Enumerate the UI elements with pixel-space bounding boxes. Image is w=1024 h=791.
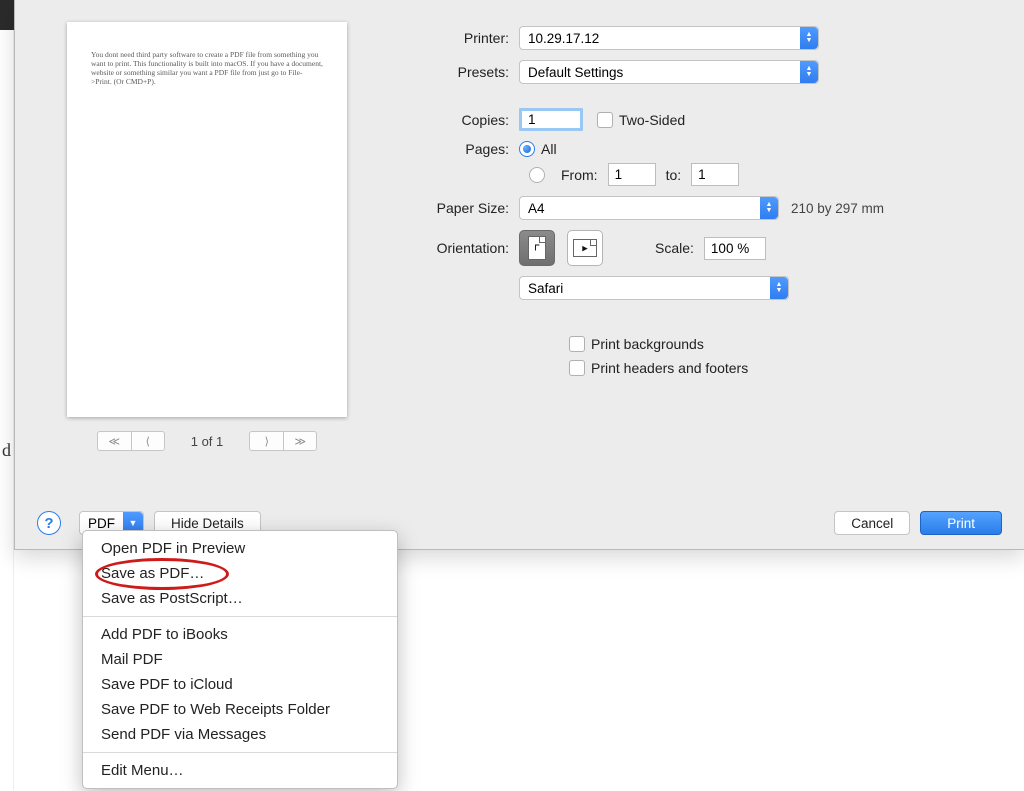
menu-mail-pdf[interactable]: Mail PDF xyxy=(83,647,397,672)
portrait-icon: 𐌲 xyxy=(528,236,546,260)
preview-text: You dont need third party software to cr… xyxy=(91,50,323,86)
menu-save-to-web-receipts[interactable]: Save PDF to Web Receipts Folder xyxy=(83,697,397,722)
next-page-button[interactable]: ⟩ xyxy=(249,431,283,451)
orientation-label: Orientation: xyxy=(399,240,519,256)
pages-to-label: to: xyxy=(666,167,682,183)
menu-edit-menu[interactable]: Edit Menu… xyxy=(83,758,397,783)
menu-save-as-postscript[interactable]: Save as PostScript… xyxy=(83,586,397,611)
landscape-icon: ▸ xyxy=(573,239,597,257)
presets-label: Presets: xyxy=(399,64,519,80)
app-options-select[interactable]: Safari xyxy=(519,276,789,300)
menu-open-pdf-preview[interactable]: Open PDF in Preview xyxy=(83,536,397,561)
copies-input[interactable] xyxy=(519,108,583,131)
pages-from-input[interactable] xyxy=(608,163,656,186)
pdf-dropdown-menu: Open PDF in Preview Save as PDF… Save as… xyxy=(82,530,398,789)
menu-save-to-icloud[interactable]: Save PDF to iCloud xyxy=(83,672,397,697)
first-page-button[interactable]: ≪ xyxy=(97,431,131,451)
pages-to-input[interactable] xyxy=(691,163,739,186)
copies-label: Copies: xyxy=(399,112,519,128)
page-counter: 1 of 1 xyxy=(191,434,224,449)
printer-select[interactable]: 10.29.17.12 xyxy=(519,26,819,50)
presets-select[interactable]: Default Settings xyxy=(519,60,819,84)
app-options-value: Safari xyxy=(528,281,563,296)
menu-send-via-messages[interactable]: Send PDF via Messages xyxy=(83,722,397,747)
orientation-portrait-button[interactable]: 𐌲 xyxy=(519,230,555,266)
two-sided-checkbox[interactable] xyxy=(597,112,613,128)
pages-all-label: All xyxy=(541,141,557,157)
paper-dimensions: 210 by 297 mm xyxy=(791,201,884,216)
print-dialog: You dont need third party software to cr… xyxy=(14,0,1024,550)
print-backgrounds-checkbox[interactable] xyxy=(569,336,585,352)
preview-column: You dont need third party software to cr… xyxy=(37,22,377,451)
print-options-column: Printer: 10.29.17.12 Presets: Default Se… xyxy=(399,22,1002,451)
printer-value: 10.29.17.12 xyxy=(528,31,599,46)
print-headers-footers-label: Print headers and footers xyxy=(591,360,748,376)
print-button[interactable]: Print xyxy=(920,511,1002,535)
page-navigation: ≪ ⟨ 1 of 1 ⟩ ≫ xyxy=(97,431,318,451)
menu-separator xyxy=(83,752,397,753)
prev-page-button[interactable]: ⟨ xyxy=(131,431,165,451)
paper-size-value: A4 xyxy=(528,201,545,216)
menu-separator xyxy=(83,616,397,617)
background-page-strip xyxy=(0,30,14,790)
dropdown-arrows-icon xyxy=(800,27,818,49)
last-page-button[interactable]: ≫ xyxy=(283,431,317,451)
pages-from-radio[interactable] xyxy=(529,167,545,183)
paper-size-select[interactable]: A4 xyxy=(519,196,779,220)
dropdown-arrows-icon xyxy=(800,61,818,83)
page-preview: You dont need third party software to cr… xyxy=(67,22,347,417)
print-headers-footers-checkbox[interactable] xyxy=(569,360,585,376)
menu-save-as-pdf[interactable]: Save as PDF… xyxy=(83,561,397,586)
cancel-button[interactable]: Cancel xyxy=(834,511,910,535)
print-backgrounds-label: Print backgrounds xyxy=(591,336,704,352)
printer-label: Printer: xyxy=(399,30,519,46)
presets-value: Default Settings xyxy=(528,65,623,80)
help-button[interactable]: ? xyxy=(37,511,61,535)
pages-from-label: From: xyxy=(561,167,598,183)
two-sided-label: Two-Sided xyxy=(619,112,685,128)
orientation-landscape-button[interactable]: ▸ xyxy=(567,230,603,266)
pages-label: Pages: xyxy=(399,141,519,157)
dropdown-arrows-icon xyxy=(760,197,778,219)
scale-label: Scale: xyxy=(655,240,694,256)
dropdown-arrows-icon xyxy=(770,277,788,299)
pages-all-radio[interactable] xyxy=(519,141,535,157)
paper-size-label: Paper Size: xyxy=(399,200,519,216)
background-text-fragment: d xyxy=(2,440,11,461)
pdf-dropdown-label: PDF xyxy=(80,516,123,531)
scale-input[interactable] xyxy=(704,237,766,260)
menu-add-to-ibooks[interactable]: Add PDF to iBooks xyxy=(83,622,397,647)
